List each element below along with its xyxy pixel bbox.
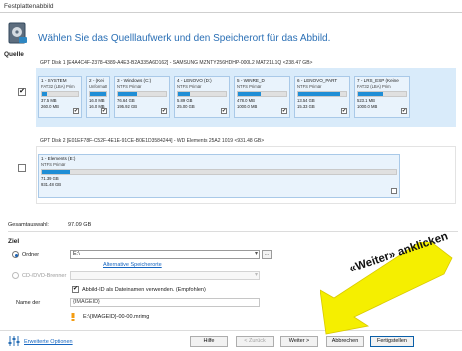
usage-bar-fill: [42, 92, 48, 96]
title-divider: [0, 12, 462, 13]
partition-card[interactable]: 2 - (KeiUnformatted16.0 MB16.0 MB✔: [86, 76, 110, 118]
total-label: Gesamtauswahl:: [8, 222, 49, 228]
partition-filesystem: NTFS Primär: [177, 84, 202, 89]
total-value: 97.09 GB: [68, 222, 92, 228]
usage-bar-fill: [118, 92, 137, 96]
folder-label: Ordner: [22, 252, 40, 258]
folder-radio[interactable]: [12, 251, 19, 258]
partition-name: 1 - Elements (E:): [41, 156, 76, 161]
partition-name: 4 - LENOVO (D:): [177, 78, 212, 83]
usage-bar-fill: [358, 92, 383, 96]
partition-card[interactable]: 1 - Elements (E:) NTFS Primär 71.39 GB 931.…: [38, 154, 400, 198]
alternative-locations-link[interactable]: Alternative Speicherorte: [103, 262, 162, 268]
usage-bar: [297, 91, 347, 97]
partition-card[interactable]: 6 - LENOVO_PART NTFS Primär 13.54 GB 15.33 …: [294, 76, 350, 118]
partition-filesystem: NTFS Primär: [41, 162, 66, 167]
section-divider: [8, 231, 458, 232]
partition-used: 16.0 MB: [89, 98, 105, 103]
finish-button[interactable]: Fertigstellen: [370, 336, 414, 347]
disk-2-checkbox[interactable]: [18, 164, 26, 172]
chevron-down-icon: ▾: [254, 272, 258, 278]
partition-name: 1 - SYSTEM: [41, 78, 67, 83]
partition-used: 478.0 MB: [237, 98, 255, 103]
usage-bar: [41, 91, 79, 97]
partition-total: 195.92 GB: [117, 104, 138, 109]
partition-filesystem: FAT32 (LBA) Prim: [41, 84, 75, 89]
partition-checkbox[interactable]: ✔: [221, 108, 227, 114]
use-id-checkbox[interactable]: ✔: [72, 286, 79, 293]
usage-bar: [237, 91, 287, 97]
partition-name: 7 - LRS_ESP (Keine: [357, 78, 399, 83]
cancel-button[interactable]: Abbrechen: [326, 336, 364, 347]
usage-bar-fill: [238, 92, 262, 96]
cd-dvd-radio[interactable]: [12, 272, 19, 279]
chevron-down-icon: ▾: [254, 251, 258, 257]
partition-used: 13.54 GB: [297, 98, 315, 103]
partition-filesystem: NTFS Primär: [297, 84, 322, 89]
window-title: Festplattenabbild: [4, 3, 54, 10]
page-title: Wählen Sie das Quelllaufwerk und den Spe…: [38, 33, 331, 44]
partition-checkbox[interactable]: ✔: [281, 108, 287, 114]
partition-name: 5 - WINRE_D: [237, 78, 265, 83]
partition-total: 931.48 GB: [41, 182, 62, 187]
usage-bar-fill: [90, 92, 106, 96]
partition-filesystem: FAT32 (LBA) Prim: [357, 84, 391, 89]
partition-card[interactable]: 1 - SYSTEM FAT32 (LBA) Prim 37.5 MB 260.0 M…: [38, 76, 82, 118]
usage-bar-fill: [298, 92, 341, 96]
disk-1-checkbox[interactable]: ✔: [18, 88, 26, 96]
partition-filesystem: NTFS Primär: [117, 84, 142, 89]
partition-checkbox[interactable]: ✔: [401, 108, 407, 114]
usage-bar: [357, 91, 407, 97]
partition-checkbox[interactable]: ✔: [161, 108, 167, 114]
sliders-icon[interactable]: [8, 336, 20, 346]
partition-used: 76.64 GB: [117, 98, 135, 103]
partition-name: 3 - Windows (C:): [117, 78, 152, 83]
partition-used: 37.5 MB: [41, 98, 57, 103]
partition-name: 6 - LENOVO_PART: [297, 78, 338, 83]
usage-bar: [117, 91, 167, 97]
partition-checkbox[interactable]: [391, 188, 397, 194]
partition-card[interactable]: 3 - Windows (C:) NTFS Primär 76.64 GB 195.9…: [114, 76, 170, 118]
path-preview: E:\{IMAGEID}-00-00.mrimg: [83, 314, 150, 320]
usage-bar: [41, 169, 397, 175]
usage-bar: [89, 91, 107, 97]
partition-total: 1000.0 MB: [357, 104, 378, 109]
partition-total: 15.33 GB: [297, 104, 315, 109]
partition-filesystem: Unformatted: [89, 84, 107, 89]
use-id-label: Abbild-ID als Dateinamen verwenden. (Emp…: [82, 287, 206, 293]
source-heading: Quelle: [4, 51, 24, 58]
partition-checkbox[interactable]: ✔: [341, 108, 347, 114]
partition-filesystem: NTFS Primär: [237, 84, 262, 89]
cd-dvd-select[interactable]: ▾: [70, 271, 260, 280]
destination-heading: Ziel: [8, 238, 20, 245]
partition-checkbox[interactable]: ✔: [73, 108, 79, 114]
partition-used: 71.39 GB: [41, 176, 59, 181]
help-button[interactable]: Hilfe: [190, 336, 228, 347]
disk-1-title: GPT Disk 1 [E4A4C4F-2378-4389-A4E3-B2A33…: [40, 60, 313, 66]
browse-button[interactable]: ...: [262, 250, 272, 259]
next-button[interactable]: Weiter >: [280, 336, 318, 347]
cd-dvd-label: CD-/DVD-Brenner: [22, 273, 67, 279]
partition-used: 5.89 GB: [177, 98, 193, 103]
usage-bar-fill: [42, 170, 71, 174]
folder-select-value: E:\: [73, 251, 80, 257]
partition-total: 1000.0 MB: [237, 104, 258, 109]
info-icon: [71, 313, 75, 321]
usage-bar-fill: [178, 92, 190, 96]
folder-select[interactable]: E:\ ▾: [70, 250, 260, 259]
advanced-options-link[interactable]: Erweiterte Optionen: [24, 339, 73, 345]
partition-card[interactable]: 4 - LENOVO (D:) NTFS Primär 5.89 GB 25.00 G…: [174, 76, 230, 118]
partition-card[interactable]: 7 - LRS_ESP (Keine FAT32 (LBA) Prim 523.1 …: [354, 76, 410, 118]
disk-2-title: GPT Disk 2 [E01EF78F-C52F-4E1E-91CE-B0E1…: [40, 138, 265, 144]
usage-bar: [177, 91, 227, 97]
partition-used: 523.1 MB: [357, 98, 375, 103]
back-button[interactable]: < Zurück: [236, 336, 274, 347]
image-name-field[interactable]: {IMAGEID}: [70, 298, 260, 307]
partition-name: 2 - (Kei: [89, 78, 104, 83]
disk-image-icon: [8, 22, 27, 44]
partition-card[interactable]: 5 - WINRE_D NTFS Primär 478.0 MB 1000.0 MB ✔: [234, 76, 290, 118]
name-label: Name der: [16, 300, 41, 306]
partition-checkbox[interactable]: ✔: [101, 108, 107, 114]
partition-total: 25.00 GB: [177, 104, 195, 109]
